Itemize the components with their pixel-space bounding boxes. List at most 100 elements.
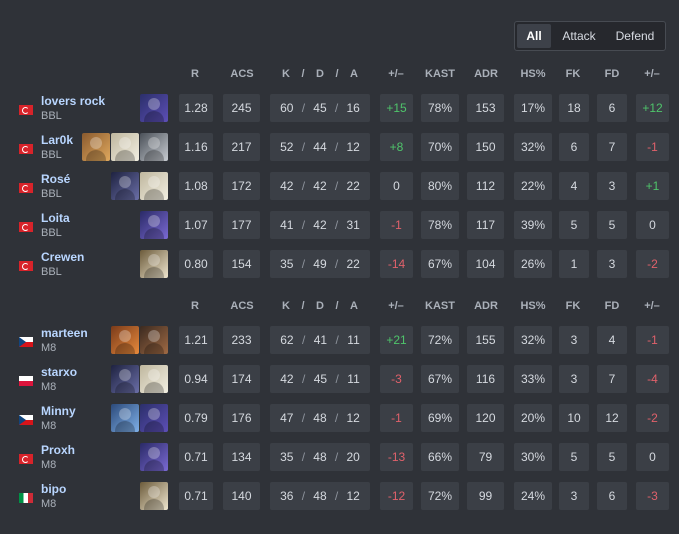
col-a-header[interactable]: A [344, 68, 364, 80]
player-name-link[interactable]: Lar0k [41, 133, 73, 147]
col-sep-2-header[interactable]: / [331, 300, 343, 312]
col-r-header[interactable]: R [180, 300, 210, 312]
agent-portrait-icon[interactable] [140, 250, 168, 278]
col-fk-fd-plus-minus-header[interactable]: +/– [636, 300, 668, 312]
acs-cell: 134 [223, 443, 260, 471]
hs-cell: 26% [514, 250, 552, 278]
kda-cell: 62 / 41 / 11 [270, 326, 370, 354]
agent-portrait-icon[interactable] [140, 404, 168, 432]
kda-separator: / [334, 101, 339, 115]
player-name-link[interactable]: Minny [41, 404, 76, 418]
col-fk-fd-plus-minus-header[interactable]: +/– [636, 68, 668, 80]
assists-value: 16 [346, 101, 360, 115]
agent-icons [82, 133, 168, 161]
col-d-header[interactable]: D [310, 68, 330, 80]
agent-portrait-icon[interactable] [140, 365, 168, 393]
rating-cell: 1.07 [179, 211, 213, 239]
fk-fd-plus-minus-cell: 0 [636, 443, 669, 471]
player-name-link[interactable]: Loita [41, 211, 70, 225]
kast-cell: 78% [421, 94, 459, 122]
deaths-value: 48 [313, 450, 327, 464]
fk-cell: 3 [559, 365, 589, 393]
col-r-header[interactable]: R [180, 68, 210, 80]
kda-separator: / [334, 179, 339, 193]
col-plus-minus-header[interactable]: +/– [380, 300, 412, 312]
deaths-value: 45 [313, 372, 328, 386]
agent-portrait-icon[interactable] [111, 404, 139, 432]
player-name-link[interactable]: Crewen [41, 250, 84, 264]
col-k-header[interactable]: K [276, 68, 296, 80]
agent-portrait-icon[interactable] [140, 133, 168, 161]
agent-portrait-icon[interactable] [140, 326, 168, 354]
player-name-link[interactable]: lovers rock [41, 94, 105, 108]
tab-defend[interactable]: Defend [607, 24, 663, 48]
fk-fd-plus-minus-cell: 0 [636, 211, 669, 239]
agent-portrait-icon[interactable] [111, 172, 139, 200]
col-fd-header[interactable]: FD [597, 300, 627, 312]
fd-cell: 12 [597, 404, 627, 432]
agent-portrait-icon[interactable] [140, 211, 168, 239]
player-name-link[interactable]: Rosé [41, 172, 70, 186]
col-a-header[interactable]: A [344, 300, 364, 312]
acs-cell: 154 [223, 250, 260, 278]
col-fk-header[interactable]: FK [558, 300, 588, 312]
player-name-link[interactable]: Proxh [41, 443, 75, 457]
col-sep-2-header[interactable]: / [331, 68, 343, 80]
deaths-value: 42 [313, 218, 327, 232]
fk-cell: 6 [559, 133, 589, 161]
col-k-header[interactable]: K [276, 300, 296, 312]
acs-cell: 217 [223, 133, 260, 161]
deaths-value: 41 [313, 333, 328, 347]
kda-cell: 41 / 42 / 31 [270, 211, 370, 239]
player-team-tag: BBL [41, 227, 62, 239]
col-kast-header[interactable]: KAST [422, 300, 458, 312]
plus-minus-cell: -1 [380, 211, 413, 239]
kda-separator: / [301, 411, 306, 425]
kills-value: 35 [280, 450, 294, 464]
col-acs-header[interactable]: ACS [222, 68, 262, 80]
player-name-link[interactable]: bipo [41, 482, 66, 496]
kast-cell: 80% [421, 172, 459, 200]
deaths-value: 48 [313, 411, 327, 425]
adr-cell: 117 [467, 211, 504, 239]
col-d-header[interactable]: D [310, 300, 330, 312]
fk-cell: 18 [559, 94, 589, 122]
agent-portrait-icon[interactable] [82, 133, 110, 161]
col-fd-header[interactable]: FD [597, 68, 627, 80]
col-kast-header[interactable]: KAST [422, 68, 458, 80]
player-team-tag: BBL [41, 110, 62, 122]
country-flag-icon [19, 261, 33, 271]
agent-portrait-icon[interactable] [140, 172, 168, 200]
col-hs-header[interactable]: HS% [515, 68, 551, 80]
fk-fd-plus-minus-cell: -2 [636, 404, 669, 432]
col-adr-header[interactable]: ADR [468, 300, 504, 312]
fd-cell: 5 [597, 211, 627, 239]
agent-portrait-icon[interactable] [111, 326, 139, 354]
tab-all[interactable]: All [517, 24, 551, 48]
col-adr-header[interactable]: ADR [468, 68, 504, 80]
col-fk-header[interactable]: FK [558, 68, 588, 80]
fd-cell: 3 [597, 250, 627, 278]
agent-portrait-icon[interactable] [111, 365, 139, 393]
hs-cell: 17% [514, 94, 552, 122]
agent-portrait-icon[interactable] [140, 94, 168, 122]
acs-cell: 245 [223, 94, 260, 122]
fk-fd-plus-minus-cell: -3 [636, 482, 669, 510]
col-acs-header[interactable]: ACS [222, 300, 262, 312]
agent-portrait-icon[interactable] [140, 443, 168, 471]
adr-cell: 112 [467, 172, 504, 200]
col-sep-1-header[interactable]: / [297, 300, 309, 312]
kda-separator: / [301, 218, 306, 232]
player-name-link[interactable]: marteen [41, 326, 88, 340]
player-name-link[interactable]: starxo [41, 365, 77, 379]
agent-portrait-icon[interactable] [111, 133, 139, 161]
col-sep-1-header[interactable]: / [297, 68, 309, 80]
hs-cell: 30% [514, 443, 552, 471]
col-plus-minus-header[interactable]: +/– [380, 68, 412, 80]
acs-cell: 177 [223, 211, 260, 239]
kills-value: 52 [280, 140, 294, 154]
tab-attack[interactable]: Attack [551, 24, 607, 48]
agent-portrait-icon[interactable] [140, 482, 168, 510]
col-hs-header[interactable]: HS% [515, 300, 551, 312]
player-row: Rosé BBL 1.08 172 0 80% 112 22% 4 3 +1 42 / 42 / 22 [0, 168, 679, 207]
